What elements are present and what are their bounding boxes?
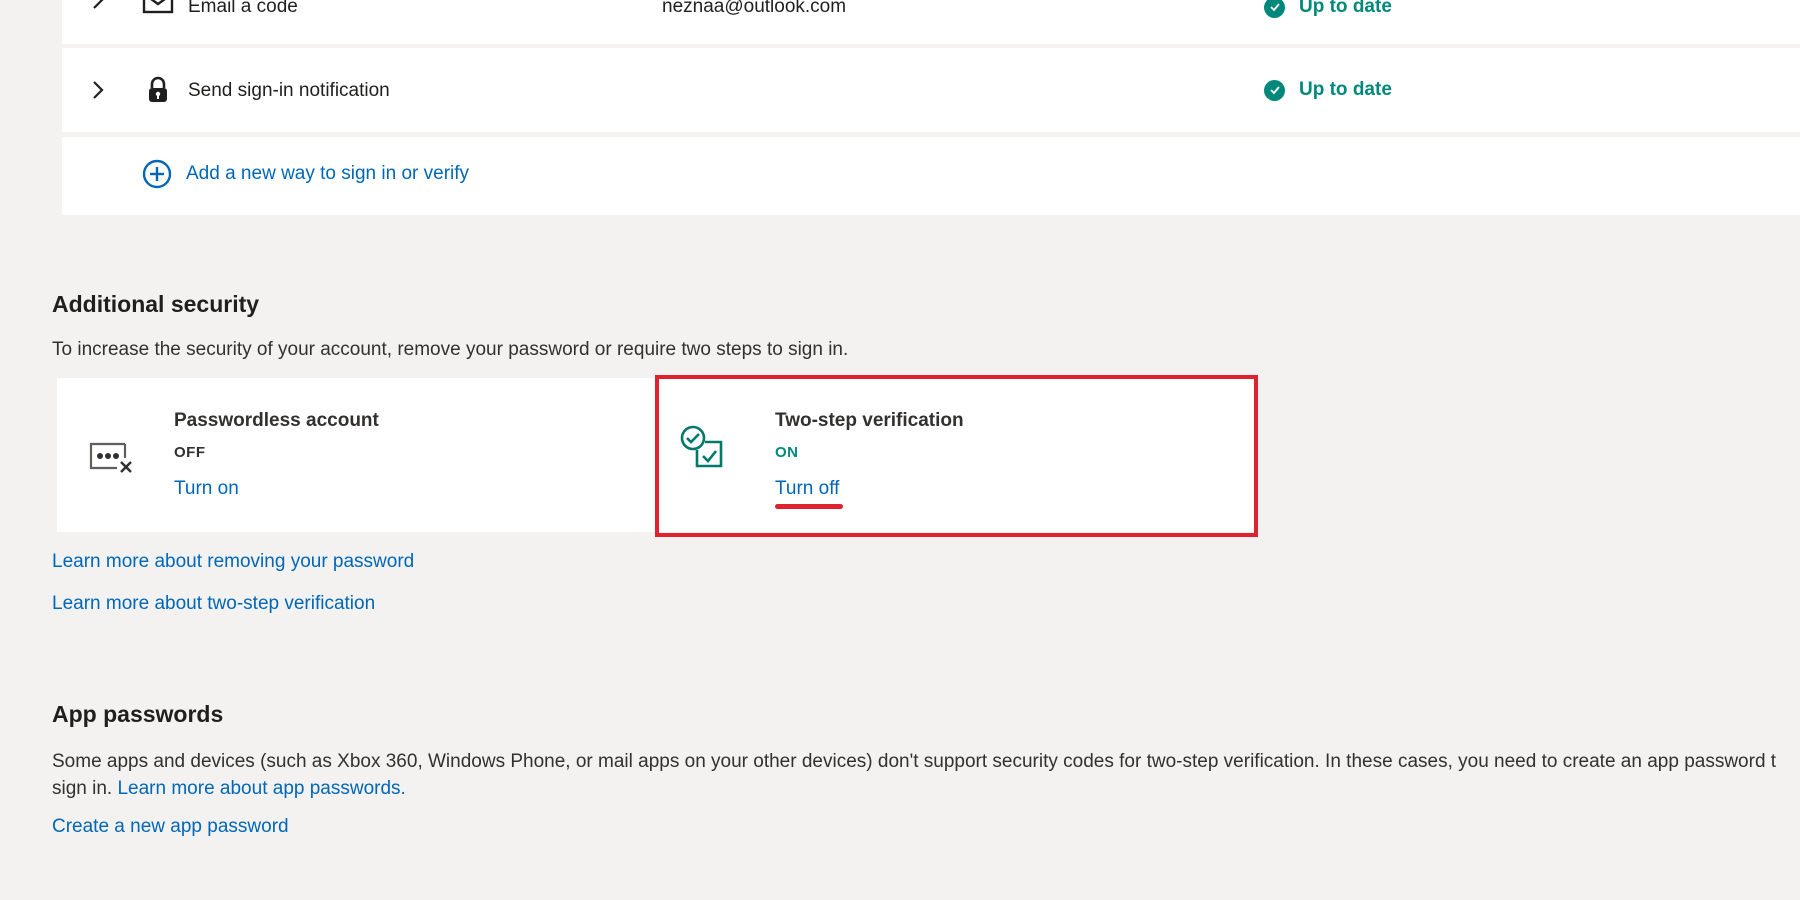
additional-security-title: Additional security xyxy=(52,291,260,317)
method-label-notification: Send sign-in notification xyxy=(188,80,390,101)
turn-on-passwordless-link[interactable]: Turn on xyxy=(174,478,239,500)
envelope-icon xyxy=(142,0,174,14)
turn-off-two-step-link[interactable]: Turn off xyxy=(775,478,839,500)
passwordless-title: Passwordless account xyxy=(174,410,379,431)
app-passwords-description-cont: sign in. Learn more about app passwords. xyxy=(52,775,406,802)
app-passwords-title: App passwords xyxy=(52,701,224,727)
passwordless-state: OFF xyxy=(174,444,206,461)
add-sign-in-method-link[interactable]: Add a new way to sign in or verify xyxy=(142,159,469,189)
two-step-verification-card: Two-step verification ON Turn off xyxy=(657,378,1257,532)
two-step-state: ON xyxy=(775,444,799,461)
method-row-email[interactable]: Email a code neznaa@outlook.com Up to da… xyxy=(62,0,1800,44)
check-circle-icon xyxy=(1264,0,1285,18)
password-off-icon xyxy=(89,442,132,473)
create-app-password-link[interactable]: Create a new app password xyxy=(52,816,289,838)
status-text: Up to date xyxy=(1299,79,1392,100)
app-passwords-description: Some apps and devices (such as Xbox 360,… xyxy=(52,751,1777,772)
app-passwords-description-prefix: sign in. xyxy=(52,778,113,799)
learn-remove-password-link[interactable]: Learn more about removing your password xyxy=(52,551,414,573)
method-value-email: neznaa@outlook.com xyxy=(662,0,847,17)
lock-icon xyxy=(149,76,167,102)
check-circle-icon xyxy=(1264,79,1285,101)
status-email: Up to date xyxy=(1264,0,1392,18)
add-method-row: Add a new way to sign in or verify xyxy=(62,137,1800,215)
status-notification: Up to date xyxy=(1264,79,1392,101)
passwordless-card: Passwordless account OFF Turn on xyxy=(57,378,657,532)
two-step-check-icon xyxy=(680,425,723,468)
chevron-right-icon[interactable] xyxy=(88,0,108,12)
two-step-title: Two-step verification xyxy=(775,410,964,431)
method-row-notification[interactable]: Send sign-in notification Up to date xyxy=(62,48,1800,132)
method-label-email: Email a code xyxy=(188,0,298,17)
status-text: Up to date xyxy=(1299,0,1392,17)
learn-app-passwords-link[interactable]: Learn more about app passwords. xyxy=(117,778,405,799)
learn-two-step-link[interactable]: Learn more about two-step verification xyxy=(52,593,375,615)
additional-security-description: To increase the security of your account… xyxy=(52,339,849,360)
add-method-label: Add a new way to sign in or verify xyxy=(186,163,470,184)
chevron-right-icon[interactable] xyxy=(88,78,108,102)
plus-circle-icon xyxy=(142,159,172,189)
highlight-underline xyxy=(775,504,843,509)
